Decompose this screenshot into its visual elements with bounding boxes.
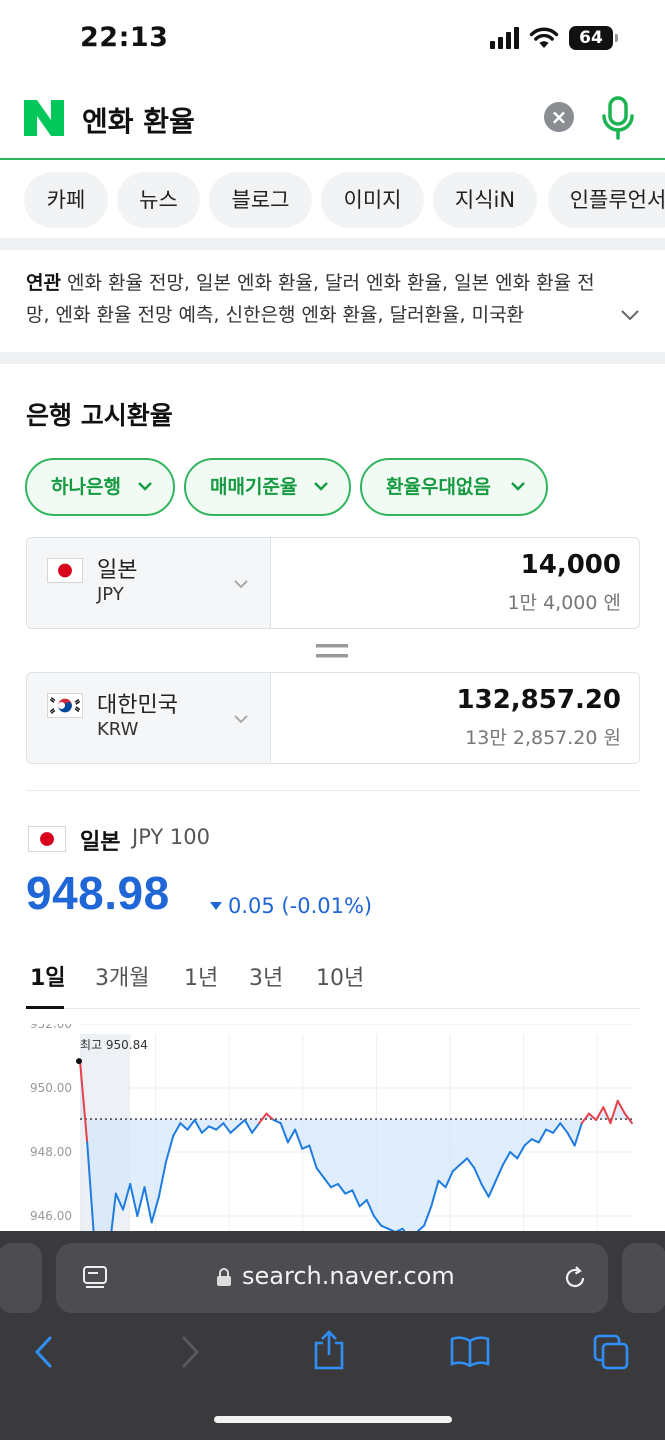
lock-icon (217, 1268, 231, 1286)
preferential-rate-select[interactable]: 환율우대없음 (360, 458, 548, 516)
chevron-down-icon (511, 482, 525, 491)
exchange-rate-section: 은행 고시환율 하나은행 매매기준율 환율우대없음 일본 JPY 14,000 … (0, 364, 665, 1264)
rate-type-select[interactable]: 매매기준율 (184, 458, 351, 516)
tab-cafe[interactable]: 카페 (24, 172, 108, 228)
bank-select-label: 하나은행 (51, 476, 121, 498)
from-currency-select[interactable]: 일본 JPY (27, 538, 271, 628)
battery-icon: 64 (569, 26, 618, 50)
to-currency-row: 대한민국 KRW 132,857.20 13만 2,857.20 원 (26, 672, 640, 764)
tab-news[interactable]: 뉴스 (117, 172, 200, 228)
wifi-icon (529, 27, 559, 48)
triangle-down-icon (210, 902, 222, 910)
equals-icon (316, 644, 348, 658)
japan-flag-icon (28, 826, 66, 852)
period-tab-10y[interactable]: 10년 (316, 960, 364, 992)
forward-icon[interactable] (178, 1335, 202, 1369)
period-tab-3y[interactable]: 3년 (249, 960, 283, 992)
next-tab-preview[interactable] (622, 1243, 665, 1313)
search-input[interactable]: 엔화 환율 (82, 100, 195, 140)
chart-y-tick-label: 948.00 (30, 1145, 72, 1159)
reload-icon[interactable] (562, 1265, 588, 1291)
url-text[interactable]: search.naver.com (242, 1262, 455, 1290)
related-keywords[interactable]: 엔화 환율 전망, 일본 엔화 환율, 달러 엔화 환율, 일본 엔화 환율 전… (26, 272, 595, 326)
previous-tab-preview[interactable] (0, 1243, 42, 1313)
to-amount-words: 13만 2,857.20 원 (465, 727, 621, 749)
tab-knowledge-in[interactable]: 지식iN (433, 172, 537, 228)
tab-influencer[interactable]: 인플루언서 (548, 172, 665, 228)
period-tab-3m[interactable]: 3개월 (95, 960, 149, 992)
rate-country: 일본 (80, 830, 121, 855)
to-currency-select[interactable]: 대한민국 KRW (27, 673, 271, 763)
home-indicator (214, 1416, 452, 1423)
chevron-down-icon (138, 482, 152, 491)
period-tab-1d[interactable]: 1일 (30, 960, 66, 992)
preferential-rate-label: 환율우대없음 (386, 476, 491, 498)
chart-y-tick-label: 952.00 (30, 1024, 72, 1031)
chart-y-tick-label: 946.00 (30, 1209, 72, 1223)
back-icon[interactable] (32, 1335, 56, 1369)
chart-high-point (76, 1058, 82, 1065)
browser-toolbar: search.naver.com (0, 1231, 665, 1440)
status-bar: 22:13 64 (0, 0, 665, 80)
tabs-icon[interactable] (592, 1333, 630, 1371)
rate-change: 0.05 (-0.01%) (210, 894, 372, 918)
status-icons: 64 (490, 26, 618, 50)
battery-level: 64 (579, 28, 603, 48)
section-divider (0, 352, 665, 364)
chevron-down-icon (234, 580, 248, 589)
clear-search-button[interactable]: × (544, 102, 574, 132)
section-title: 은행 고시환율 (26, 401, 173, 430)
section-divider (0, 238, 665, 250)
chevron-down-icon (234, 715, 248, 724)
chart-y-tick-label: 950.00 (30, 1081, 72, 1095)
tab-blog[interactable]: 블로그 (209, 172, 312, 228)
naver-logo[interactable] (24, 100, 64, 136)
rate-unit: JPY 100 (132, 825, 210, 849)
status-time: 22:13 (80, 22, 169, 53)
to-code: KRW (97, 719, 139, 740)
tab-image[interactable]: 이미지 (321, 172, 424, 228)
bank-select[interactable]: 하나은행 (25, 458, 175, 516)
active-period-indicator (26, 1006, 64, 1009)
from-amount-words: 1만 4,000 엔 (507, 592, 621, 614)
cellular-signal-icon (490, 27, 519, 49)
microphone-icon[interactable] (600, 96, 636, 140)
from-code: JPY (97, 584, 124, 605)
share-icon[interactable] (312, 1329, 346, 1371)
rate-value: 948.98 (26, 867, 170, 919)
search-header: 엔화 환율 × (0, 80, 665, 160)
period-tab-1y[interactable]: 1년 (184, 960, 218, 992)
from-currency-row: 일본 JPY 14,000 1만 4,000 엔 (26, 537, 640, 629)
rate-change-value: 0.05 (-0.01%) (228, 894, 373, 918)
japan-flag-icon (47, 558, 83, 583)
rate-type-label: 매매기준율 (210, 476, 298, 498)
chevron-down-icon (314, 482, 328, 491)
bookmarks-icon[interactable] (450, 1335, 490, 1367)
search-tabs: 카페 뉴스 블로그 이미지 지식iN 인플루언서 (0, 162, 665, 238)
address-bar[interactable]: search.naver.com (56, 1243, 608, 1313)
page-menu-icon[interactable] (82, 1265, 108, 1291)
divider (26, 790, 640, 791)
period-tabs-border (26, 1008, 640, 1009)
chart-high-label: 최고 950.84 (80, 1038, 148, 1052)
related-searches: 연관 엔화 환율 전망, 일본 엔화 환율, 달러 엔화 환율, 일본 엔화 환율… (0, 250, 665, 352)
related-label: 연관 (26, 272, 61, 294)
exchange-rate-chart[interactable]: 952.00 950.00 948.00 946.00 최고 950.84 (0, 1024, 665, 1264)
chevron-down-icon[interactable] (620, 308, 640, 322)
close-icon: × (550, 105, 568, 129)
to-country: 대한민국 (97, 693, 178, 718)
to-amount[interactable]: 132,857.20 (457, 685, 621, 715)
from-amount-input[interactable]: 14,000 (521, 550, 621, 580)
from-country: 일본 (97, 558, 138, 583)
related-searches-text: 연관 엔화 환율 전망, 일본 엔화 환율, 달러 엔화 환율, 일본 엔화 환율… (26, 267, 616, 333)
korea-flag-icon (47, 693, 83, 718)
